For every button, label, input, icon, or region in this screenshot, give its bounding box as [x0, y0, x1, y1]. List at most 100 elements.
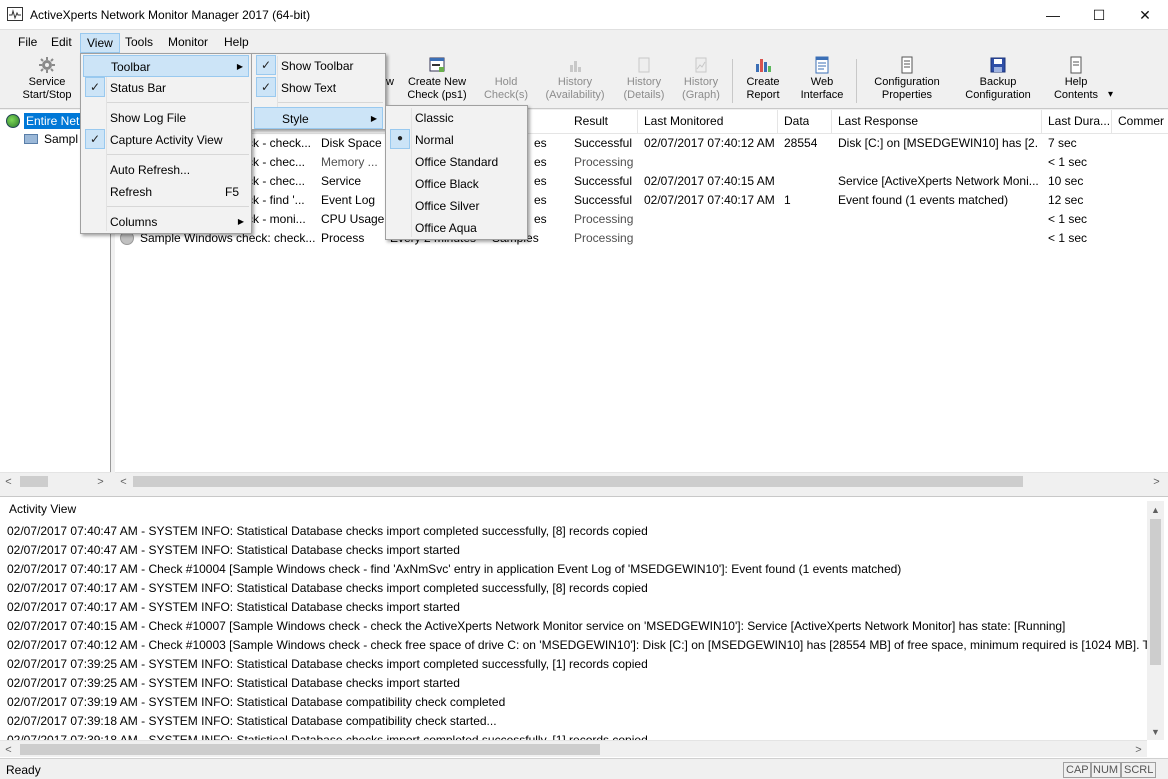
history-graph-button[interactable]: History (Graph) [676, 56, 726, 102]
toolbar-label: (Availability) [545, 89, 605, 101]
activity-horizontal-scrollbar[interactable]: < > [0, 740, 1147, 757]
column-last-response[interactable]: Last Response [838, 114, 918, 128]
menu-item-label: Refresh [110, 185, 153, 199]
column-divider[interactable] [831, 110, 832, 134]
scroll-thumb[interactable] [20, 744, 600, 755]
menu-item-columns[interactable]: Columns ▶ [83, 211, 249, 233]
table-row[interactable]: Sample Windows check: check... Process E… [115, 229, 1168, 248]
toolbar-label: Check(s) [483, 89, 528, 101]
scroll-up-arrow[interactable]: ▲ [1147, 501, 1164, 518]
toolbar-label: Check (ps1) [407, 89, 467, 101]
scroll-left-arrow[interactable]: < [0, 473, 17, 490]
save-disk-icon [989, 56, 1007, 74]
menu-item-show-text[interactable]: ✓ Show Text [254, 77, 383, 99]
pane-splitter[interactable] [0, 489, 1168, 496]
menu-item-style-office-aqua[interactable]: Office Aqua [388, 217, 525, 239]
tree-node-entire-network[interactable]: Entire Net [6, 112, 82, 130]
menu-item-auto-refresh[interactable]: Auto Refresh... [83, 159, 249, 181]
column-result[interactable]: Result [574, 114, 608, 128]
scroll-right-arrow[interactable]: > [1148, 473, 1165, 490]
check-result: Processing [574, 231, 634, 245]
check-type: Event Log [321, 193, 376, 207]
column-last-duration[interactable]: Last Dura... [1048, 114, 1110, 128]
menu-item-show-toolbar[interactable]: ✓ Show Toolbar [254, 55, 383, 77]
menu-help[interactable]: Help [218, 33, 255, 53]
menu-item-label: Style [282, 112, 309, 126]
scroll-left-arrow[interactable]: < [0, 741, 17, 758]
log-line: 02/07/2017 07:40:17 AM - Check #10004 [S… [7, 562, 902, 576]
check-last-duration: < 1 sec [1048, 155, 1088, 169]
check-last-monitored: 02/07/2017 07:40:15 AM [644, 174, 775, 188]
minimize-button[interactable]: — [1030, 0, 1076, 30]
menu-item-toolbar[interactable]: Toolbar ▶ [83, 55, 249, 77]
report-chart-icon [754, 56, 772, 74]
web-page-icon [813, 56, 831, 74]
scroll-thumb[interactable] [1150, 519, 1161, 665]
check-folder: es [534, 136, 547, 150]
column-divider[interactable] [777, 110, 778, 134]
menu-item-style-office-black[interactable]: Office Black [388, 173, 525, 195]
scroll-right-arrow[interactable]: > [92, 473, 109, 490]
check-type: CPU Usage [321, 212, 385, 226]
table-row[interactable]: ck - find '... Event Log es Successful 0… [115, 191, 1168, 210]
checks-grid: Result Last Monitored Data Last Response… [115, 110, 1168, 489]
menu-item-show-log-file[interactable]: Show Log File [83, 107, 249, 129]
partial-toolbar-button[interactable]: w [385, 56, 395, 89]
table-row[interactable]: ck - moni... CPU Usage es Processing < 1… [115, 210, 1168, 229]
menu-item-style-normal[interactable]: ● Normal [388, 129, 525, 151]
menu-item-style-classic[interactable]: Classic [388, 107, 525, 129]
menu-file[interactable]: File [12, 33, 43, 53]
help-contents-button[interactable]: Help Contents [1048, 56, 1104, 102]
tree-node-samples[interactable]: Sampl [24, 130, 78, 148]
help-dropdown-arrow[interactable]: ▾ [1108, 89, 1113, 100]
toolbar-separator [856, 59, 857, 103]
check-type: Memory ... [321, 155, 378, 169]
check-folder: es [534, 193, 547, 207]
tree-horizontal-scrollbar[interactable]: < > [0, 472, 111, 489]
history-availability-button[interactable]: History (Availability) [540, 56, 610, 102]
menu-item-label: Office Aqua [415, 221, 477, 235]
close-button[interactable]: ✕ [1122, 0, 1168, 30]
table-row[interactable]: ck - chec... Memory ... es Processing < … [115, 153, 1168, 172]
service-start-stop-button[interactable]: Service Start/Stop [16, 56, 78, 102]
menu-item-style-office-silver[interactable]: Office Silver [388, 195, 525, 217]
menu-item-shortcut: F5 [224, 185, 239, 199]
scroll-thumb[interactable] [20, 476, 48, 487]
maximize-button[interactable]: ☐ [1076, 0, 1122, 30]
column-divider[interactable] [1111, 110, 1112, 134]
menu-item-capture-activity-view[interactable]: ✓ Capture Activity View [83, 129, 249, 151]
web-interface-button[interactable]: Web Interface [794, 56, 850, 102]
menu-item-style[interactable]: Style ▶ [254, 107, 383, 129]
grid-horizontal-scrollbar[interactable]: < > [115, 472, 1168, 489]
menu-item-status-bar[interactable]: ✓ Status Bar [83, 77, 249, 99]
menu-item-style-office-standard[interactable]: Office Standard [388, 151, 525, 173]
column-data[interactable]: Data [784, 114, 809, 128]
table-row[interactable]: ck - check... Disk Space es Successful 0… [115, 134, 1168, 153]
menu-item-refresh[interactable]: Refresh F5 [83, 181, 249, 203]
column-divider[interactable] [1041, 110, 1042, 134]
create-new-check-button[interactable]: Create New Check (ps1) [402, 56, 472, 102]
column-divider[interactable] [637, 110, 638, 134]
history-details-button[interactable]: History (Details) [618, 56, 670, 102]
hold-checks-button[interactable]: Hold Check(s) [480, 56, 532, 102]
create-report-button[interactable]: Create Report [740, 56, 786, 102]
menu-item-label: Office Silver [415, 199, 480, 213]
table-row[interactable]: ck - chec... Service es Successful 02/07… [115, 172, 1168, 191]
document-icon [635, 56, 653, 74]
menu-view[interactable]: View [80, 33, 120, 53]
configuration-properties-button[interactable]: Configuration Properties [864, 56, 950, 102]
menu-edit[interactable]: Edit [45, 33, 78, 53]
menu-monitor[interactable]: Monitor [162, 33, 214, 53]
menu-tools[interactable]: Tools [119, 33, 159, 53]
column-last-monitored[interactable]: Last Monitored [644, 114, 723, 128]
scroll-down-arrow[interactable]: ▼ [1147, 723, 1164, 740]
scroll-right-arrow[interactable]: > [1130, 741, 1147, 758]
backup-configuration-button[interactable]: Backup Configuration [958, 56, 1038, 102]
help-doc-icon [1067, 56, 1085, 74]
menu-item-label: Status Bar [110, 81, 167, 95]
scroll-thumb[interactable] [133, 476, 1023, 487]
scroll-left-arrow[interactable]: < [115, 473, 132, 490]
column-comment[interactable]: Commer [1118, 114, 1168, 128]
activity-vertical-scrollbar[interactable]: ▲ ▼ [1147, 501, 1164, 740]
gear-icon [38, 56, 56, 74]
